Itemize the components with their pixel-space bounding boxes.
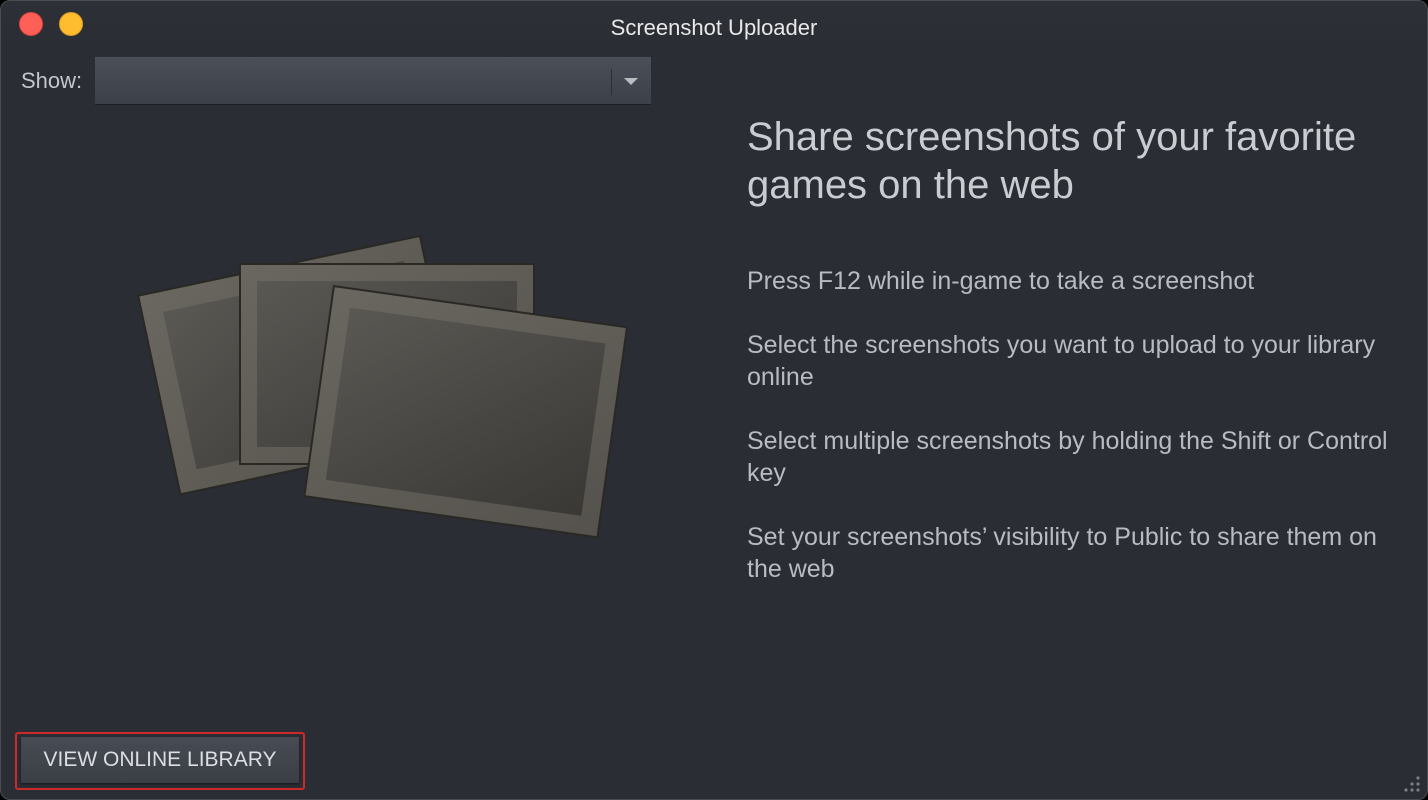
screenshots-stack-icon [137,234,629,539]
tip-select-upload: Select the screenshots you want to uploa… [747,331,1376,391]
title-bar[interactable]: Screenshot Uploader [1,1,1427,51]
headline: Share screenshots of your favorite games… [747,115,1357,207]
tip-take-screenshot: Press F12 while in-game to take a screen… [747,267,1255,295]
resize-grip-icon[interactable] [1399,771,1421,793]
view-online-library-button[interactable]: VIEW ONLINE LIBRARY [21,737,299,783]
show-label: Show: [21,68,83,93]
dropdown-separator [611,69,612,95]
tip-select-multiple: Select multiple screenshots by holding t… [747,427,1388,487]
screenshot-uploader-window: Screenshot Uploader Show: Share screensh… [0,0,1428,800]
tip-visibility-public: Set your screenshots’ visibility to Publ… [747,523,1377,583]
show-dropdown[interactable] [95,57,651,104]
window-title: Screenshot Uploader [610,15,818,40]
chevron-down-icon[interactable] [621,75,641,87]
